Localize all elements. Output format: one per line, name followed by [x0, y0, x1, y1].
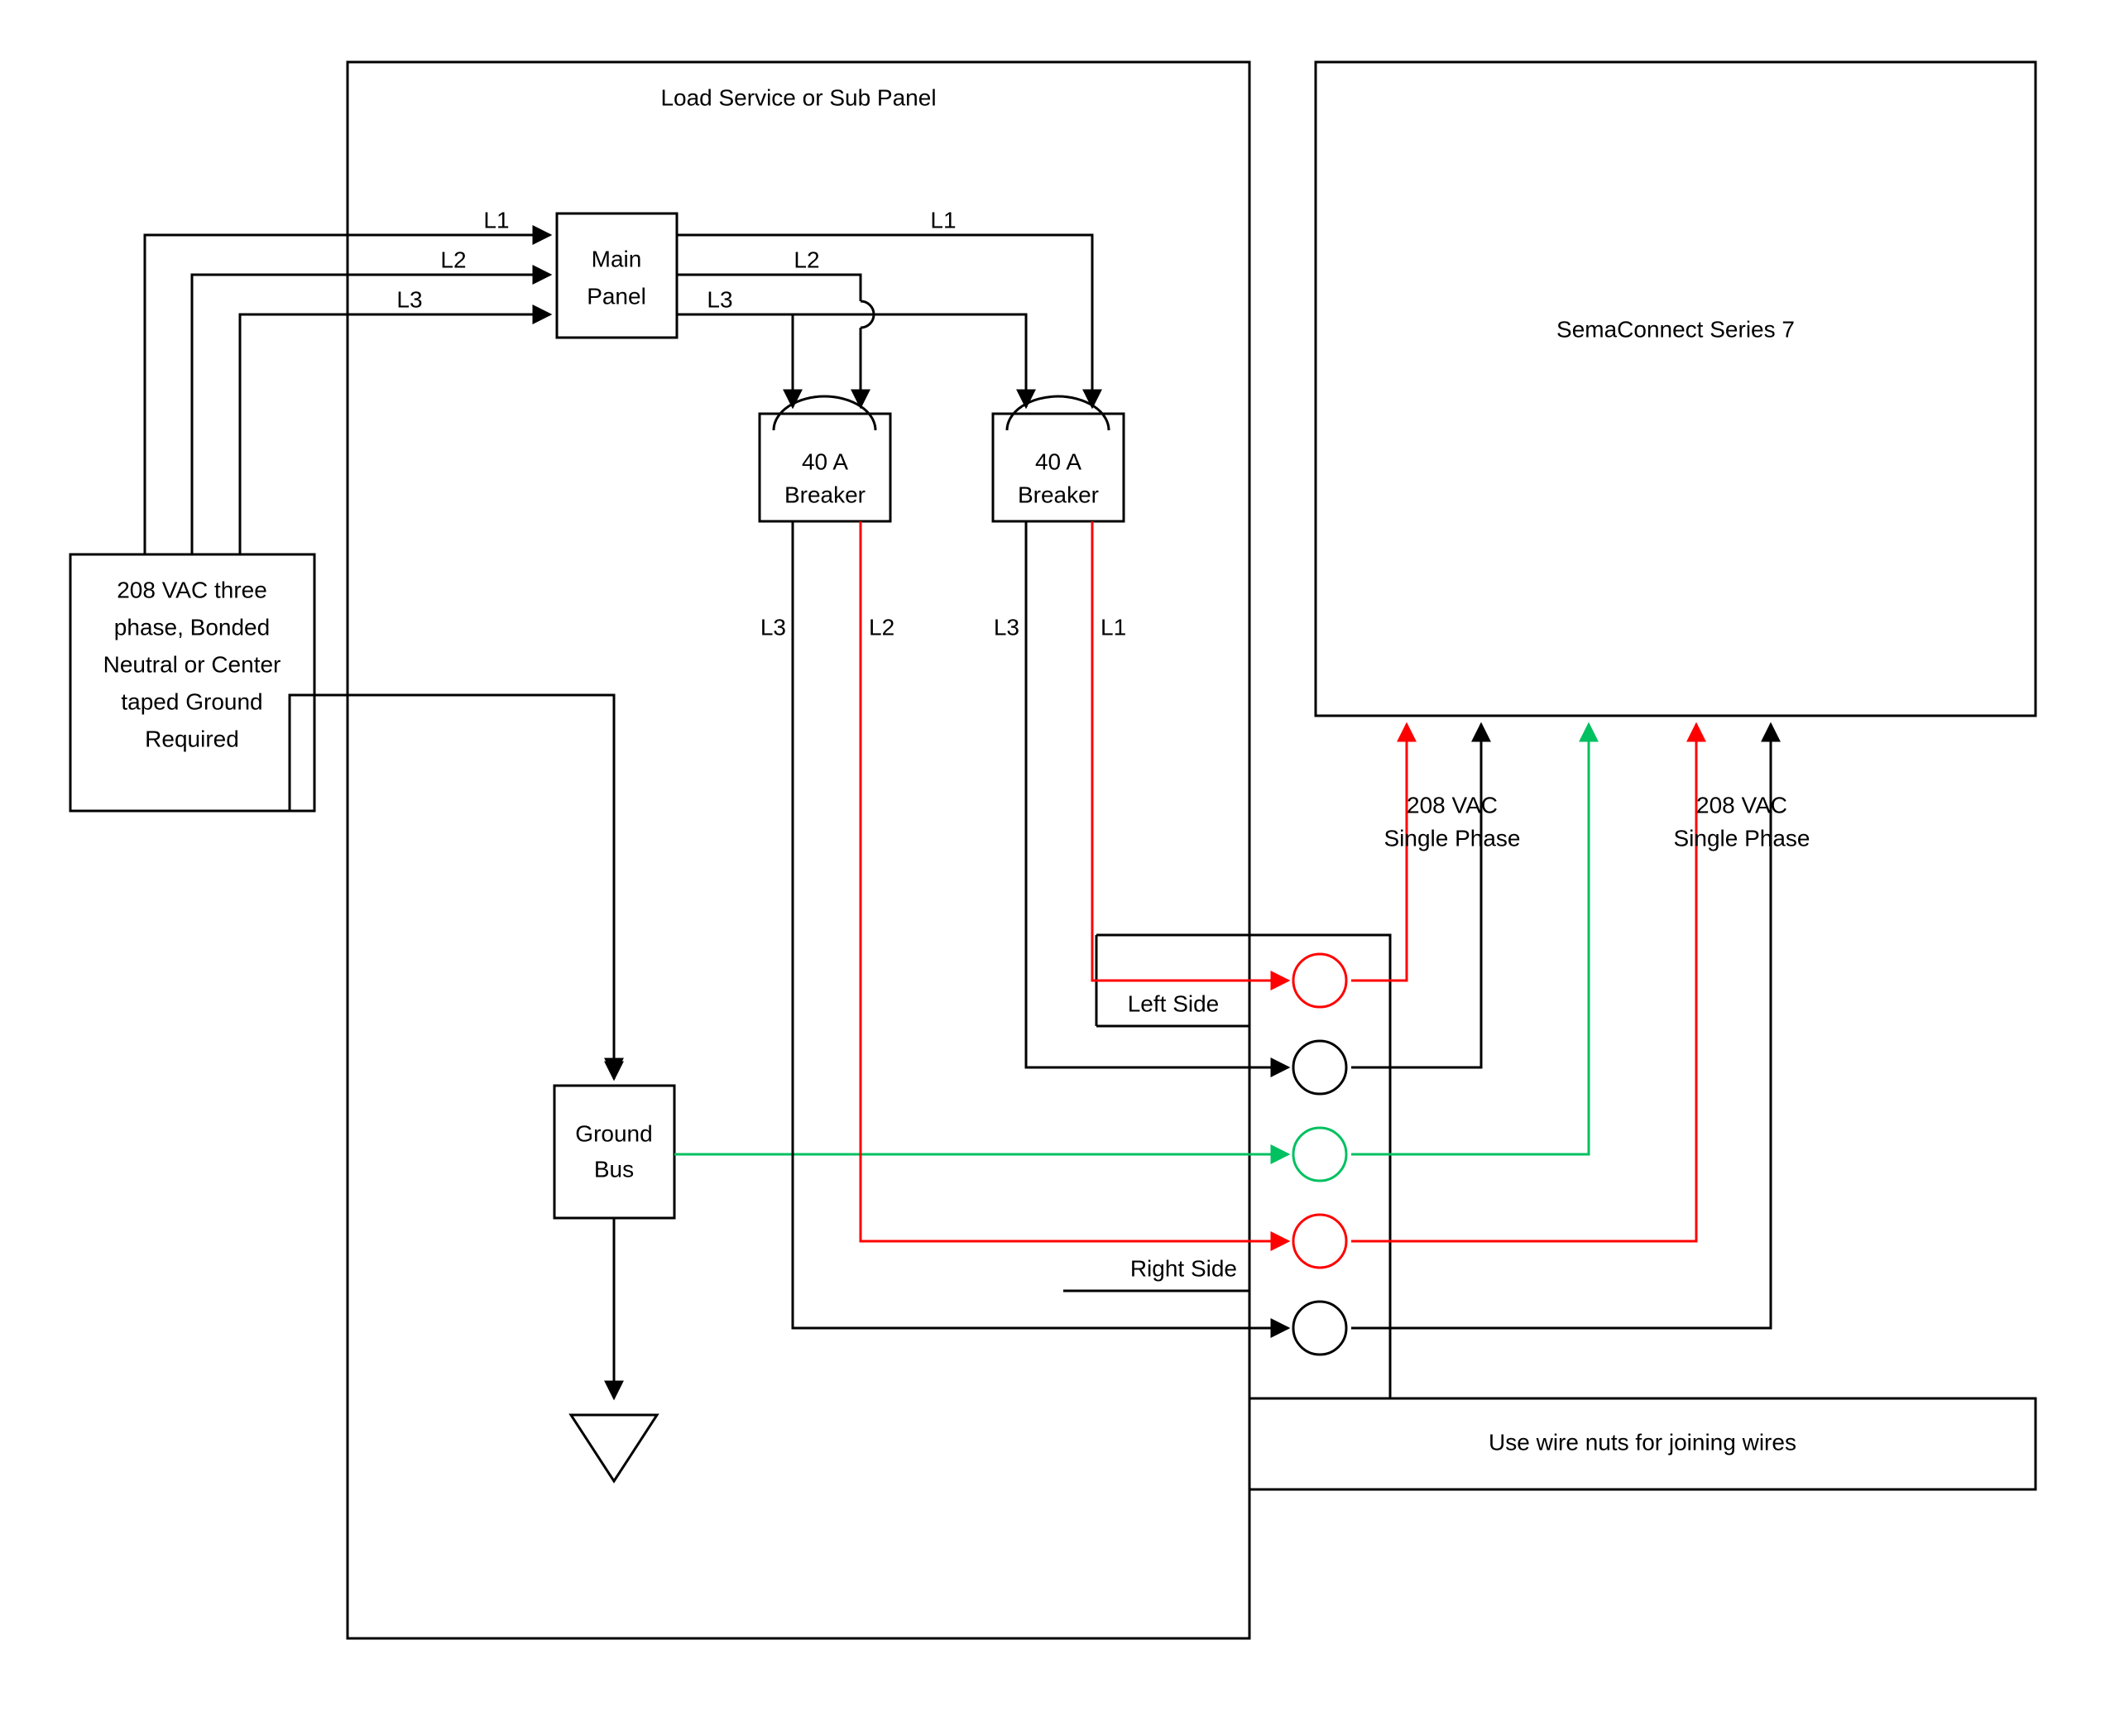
wire-l1-mp [677, 235, 1092, 407]
wire-l3-mp [677, 314, 1026, 407]
source-line1: 208 VAC three [117, 577, 267, 602]
wire-b2-l1-label: L1 [1101, 614, 1126, 640]
wirenut-5 [1293, 1302, 1346, 1355]
wirenut-3 [1293, 1128, 1346, 1181]
wirenut-4 [1293, 1215, 1346, 1268]
wiring-diagram: Load Service or Sub Panel SemaConnect Se… [0, 0, 2110, 1736]
wire-red-left1 [1092, 662, 1288, 981]
breaker2-line1: 40 A [1035, 448, 1081, 474]
wire-b2-l3-label: L3 [994, 614, 1019, 640]
wire-b1-l3-label: L3 [760, 614, 786, 640]
wire-l3-mp-label: L3 [707, 286, 732, 312]
breaker1-line1: 40 A [802, 448, 848, 474]
source-line2: phase, Bonded [114, 614, 270, 640]
wire-l1-in-label: L1 [483, 207, 509, 233]
source-line5: Required [145, 726, 239, 751]
wire-l2-mp-label: L2 [794, 247, 819, 272]
main-panel-line1: Main [592, 246, 642, 271]
panel-title: Load Service or Sub Panel [660, 84, 936, 110]
wirenut-2 [1293, 1041, 1346, 1094]
main-panel-box [557, 213, 677, 338]
phase1-line1: 208 VAC [1407, 792, 1498, 818]
wire-l2-mp [677, 275, 861, 301]
phase1-line2: Single Phase [1383, 825, 1520, 851]
wire-red-r4 [1351, 724, 1696, 1241]
wire-red-r1 [1351, 724, 1407, 981]
wire-l3-in-label: L3 [396, 286, 422, 312]
ground-bus-line2: Bus [594, 1156, 634, 1182]
breaker2-line2: Breaker [1018, 482, 1099, 507]
load-service-panel [348, 62, 1249, 1638]
charger-box [1316, 62, 2036, 716]
source-line3: Neutral or Center [103, 651, 281, 677]
phase2-line1: 208 VAC [1696, 792, 1787, 818]
phase2-line2: Single Phase [1673, 825, 1810, 851]
wire-src-neutral [314, 695, 614, 1079]
wire-l2-in [192, 275, 550, 554]
wire-l1-mp-label: L1 [930, 207, 956, 233]
wirenut-1 [1293, 954, 1346, 1007]
wire-source-ground [290, 695, 614, 1076]
charger-label: SemaConnect Series 7 [1556, 316, 1795, 342]
wire-l2-in-label: L2 [440, 247, 466, 272]
source-line4: taped Ground [121, 688, 262, 714]
wire-b1-l2-label: L2 [869, 614, 894, 640]
wire-green-r3 [1351, 724, 1589, 1154]
wire-l3-in [240, 314, 550, 554]
right-side-label: Right Side [1130, 1255, 1237, 1281]
breaker1-line2: Breaker [784, 482, 866, 507]
wire-black-r2 [1351, 724, 1481, 1067]
ground-bus-line1: Ground [575, 1120, 652, 1146]
ground-bus-box [554, 1086, 674, 1218]
ground-symbol-icon [571, 1415, 657, 1481]
left-side-label: Left Side [1128, 990, 1220, 1016]
main-panel-line2: Panel [587, 283, 646, 309]
wirenuts-caption: Use wire nuts for joining wires [1489, 1429, 1796, 1455]
